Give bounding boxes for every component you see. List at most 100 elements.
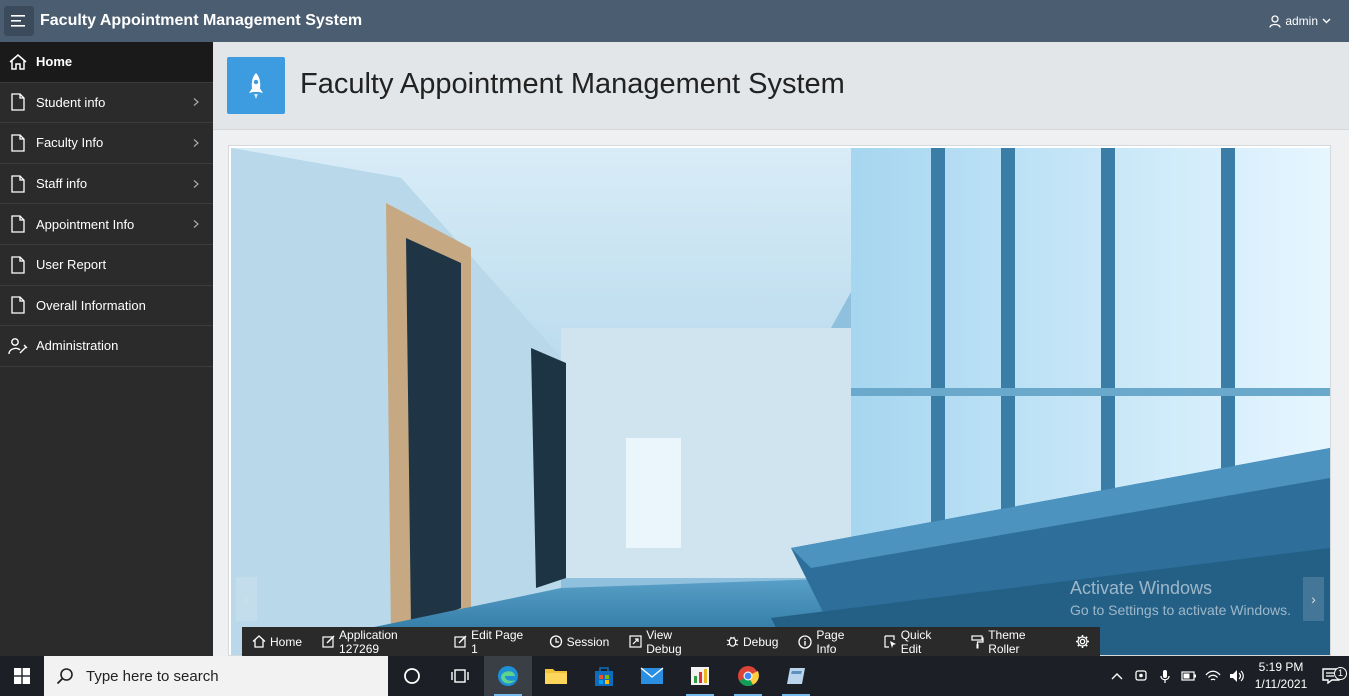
- chrome-icon: [738, 666, 759, 687]
- cortana-button[interactable]: [388, 656, 436, 696]
- activate-windows-watermark: Activate Windows Go to Settings to activ…: [1070, 578, 1291, 618]
- notification-count-badge: 1: [1334, 667, 1347, 680]
- user-menu[interactable]: admin: [1269, 0, 1331, 42]
- tray-battery[interactable]: [1177, 671, 1201, 681]
- store-icon: [595, 667, 613, 686]
- mail-icon: [640, 667, 664, 684]
- dev-application-button[interactable]: Application 127269: [312, 627, 444, 656]
- sidebar-item-label: Staff info: [36, 176, 88, 192]
- sidebar-item-appointment-info[interactable]: Appointment Info: [0, 204, 213, 245]
- sidebar-item-label: Overall Information: [36, 297, 146, 313]
- tray-microphone[interactable]: [1153, 669, 1177, 684]
- main-content: Faculty Appointment Management System ‹ …: [213, 42, 1349, 656]
- view-debug-icon: [629, 635, 642, 648]
- dev-view-debug-button[interactable]: View Debug: [619, 627, 716, 656]
- sidebar-item-label: Home: [36, 54, 73, 70]
- dev-quick-edit-button[interactable]: Quick Edit: [874, 627, 962, 656]
- dev-item-label: Application 127269: [339, 627, 398, 656]
- taskbar-store[interactable]: [580, 656, 628, 696]
- bug-icon: [726, 636, 739, 647]
- dev-item-label: Quick Edit: [900, 627, 932, 656]
- system-tray: 5:19 PM 1/11/2021 1: [1105, 656, 1349, 696]
- app-title[interactable]: Faculty Appointment Management System: [40, 12, 362, 30]
- taskbar-mail[interactable]: [628, 656, 676, 696]
- page-icon: [11, 93, 25, 112]
- dev-item-label: Edit Page 1: [471, 627, 524, 656]
- sidebar-item-user-report[interactable]: User Report: [0, 245, 213, 286]
- start-button[interactable]: [0, 656, 44, 696]
- sidebar-item-administration[interactable]: Administration: [0, 326, 213, 367]
- taskbar-notes-app[interactable]: [772, 656, 820, 696]
- dev-edit-page-button[interactable]: Edit Page 1: [444, 627, 538, 656]
- dev-page-info-button[interactable]: Page Info: [788, 627, 873, 656]
- windows-taskbar: Type here to search 5:19 PM 1/11/2021 1: [0, 656, 1349, 696]
- taskbar-file-explorer[interactable]: [532, 656, 580, 696]
- dev-item-label: Session: [566, 634, 610, 649]
- clock-date: 1/11/2021: [1254, 677, 1308, 691]
- session-icon: [549, 635, 562, 648]
- watermark-line-2: Go to Settings to activate Windows.: [1070, 602, 1291, 618]
- taskbar-chart-app[interactable]: [676, 656, 724, 696]
- dev-session-button[interactable]: Session: [539, 627, 620, 656]
- sidebar-item-label: Faculty Info: [36, 135, 104, 151]
- dev-debug-button[interactable]: Debug: [716, 627, 788, 656]
- taskbar-chrome[interactable]: [724, 656, 772, 696]
- search-icon: [56, 668, 73, 685]
- watermark-line-1: Activate Windows: [1070, 578, 1213, 598]
- wifi-icon: [1205, 670, 1221, 681]
- dev-theme-roller-button[interactable]: Theme Roller: [961, 627, 1065, 656]
- carousel-next-button[interactable]: ›: [1303, 577, 1324, 621]
- chevron-right-icon: [193, 220, 199, 229]
- hamburger-icon: [11, 15, 25, 27]
- battery-icon: [1181, 671, 1196, 681]
- wrench-user-icon: [8, 338, 28, 355]
- info-icon: [798, 634, 813, 649]
- show-hidden-icons-button[interactable]: [1105, 672, 1129, 680]
- edge-icon: [498, 666, 518, 686]
- sidebar-item-overall-information[interactable]: Overall Information: [0, 286, 213, 327]
- chevron-down-icon: [1322, 18, 1331, 24]
- page-icon: [11, 215, 25, 233]
- tray-meet-now[interactable]: [1129, 669, 1153, 683]
- chevron-right-icon: [193, 139, 199, 147]
- search-placeholder: Type here to search: [86, 667, 219, 685]
- sidebar-nav: Home Student info Faculty Info Staff inf…: [0, 42, 213, 656]
- dev-item-label: Page Info: [816, 627, 845, 656]
- sidebar-item-faculty-info[interactable]: Faculty Info: [0, 123, 213, 164]
- page-icon: [11, 134, 25, 152]
- quick-edit-icon: [884, 635, 896, 648]
- username-label: admin: [1285, 14, 1318, 28]
- microphone-icon: [1160, 669, 1170, 683]
- page-title: Faculty Appointment Management System: [300, 68, 845, 100]
- carousel-prev-button[interactable]: ‹: [236, 577, 257, 621]
- dev-item-label: Theme Roller: [988, 627, 1026, 656]
- dev-item-label: Home: [270, 634, 303, 649]
- chart-app-icon: [691, 667, 709, 685]
- apex-app: Faculty Appointment Management System ad…: [0, 0, 1349, 656]
- chevron-right-icon: [193, 179, 199, 188]
- tray-wifi[interactable]: [1201, 669, 1225, 683]
- home-icon: [252, 635, 266, 648]
- sidebar-item-student-info[interactable]: Student info: [0, 83, 213, 124]
- dev-home-button[interactable]: Home: [242, 627, 312, 656]
- volume-icon: [1230, 670, 1244, 682]
- sidebar-item-home[interactable]: Home: [0, 42, 213, 83]
- home-icon: [9, 53, 27, 70]
- sidebar-item-staff-info[interactable]: Staff info: [0, 164, 213, 205]
- action-center-button[interactable]: 1: [1313, 667, 1349, 684]
- taskbar-search-box[interactable]: Type here to search: [44, 656, 388, 696]
- task-view-button[interactable]: [436, 656, 484, 696]
- tray-volume[interactable]: [1225, 669, 1249, 683]
- developer-toolbar: Home Application 127269 Edit Page 1 Sess…: [242, 627, 1100, 656]
- windows-logo-icon: [14, 668, 30, 684]
- gear-icon: [1076, 635, 1090, 648]
- paint-roller-icon: [971, 634, 984, 648]
- menu-toggle-button[interactable]: [4, 6, 34, 36]
- taskbar-edge[interactable]: [484, 656, 532, 696]
- taskbar-clock[interactable]: 5:19 PM 1/11/2021: [1249, 659, 1313, 693]
- sidebar-item-label: Administration: [36, 338, 119, 354]
- edit-icon: [454, 635, 467, 648]
- dev-settings-button[interactable]: [1065, 627, 1100, 656]
- user-icon: [1269, 14, 1281, 28]
- sidebar-item-label: Appointment Info: [36, 216, 135, 232]
